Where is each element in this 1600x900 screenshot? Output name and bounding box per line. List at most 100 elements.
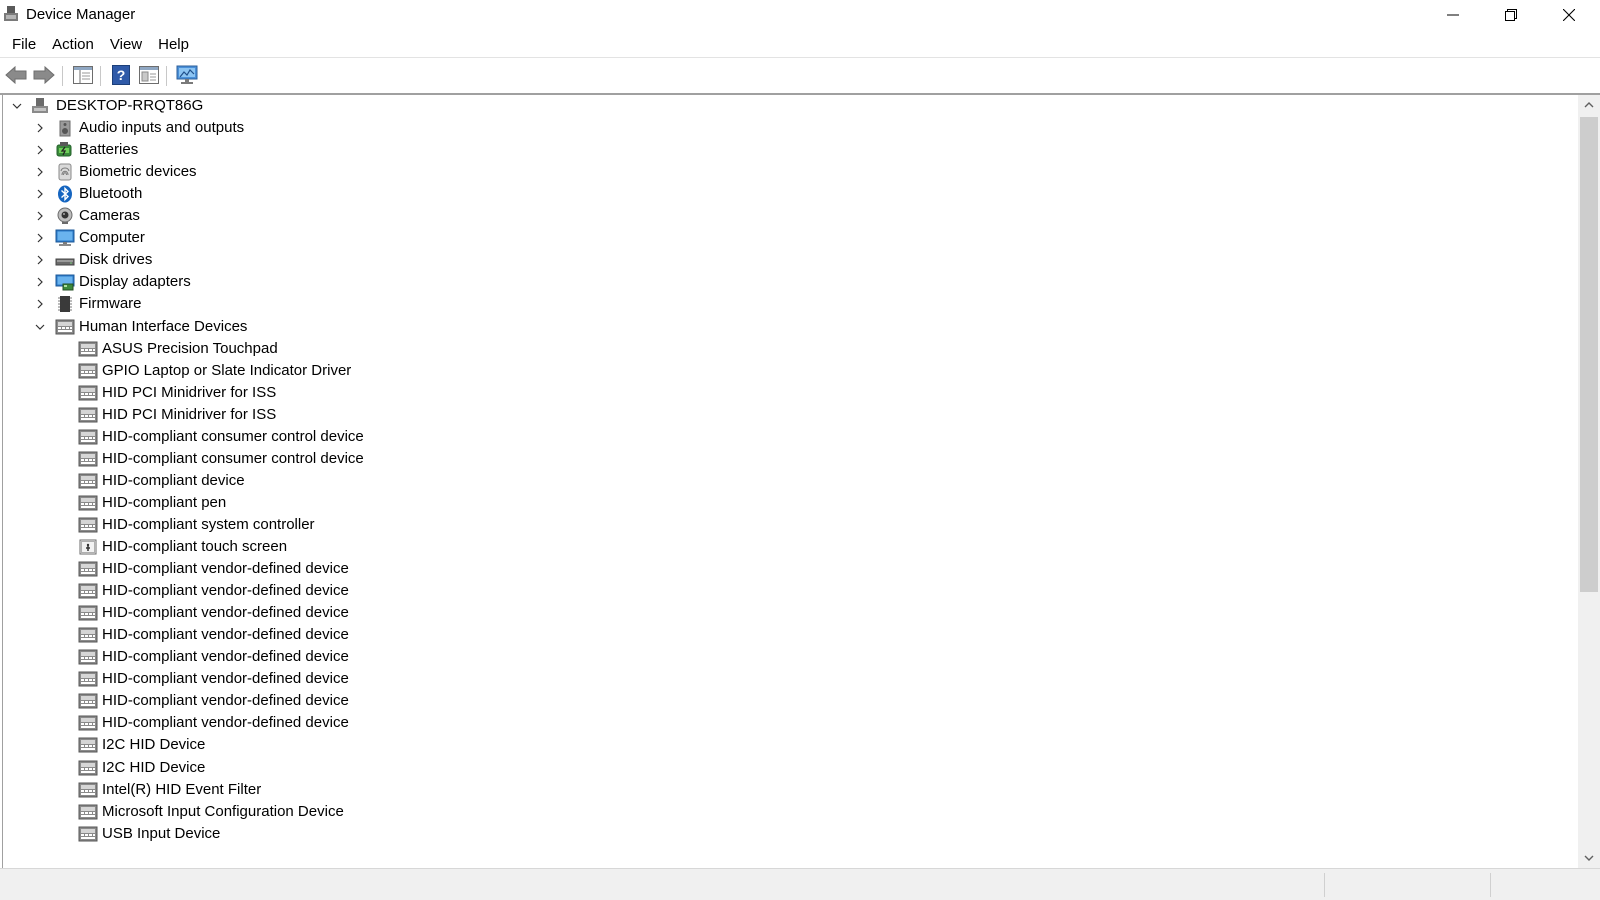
window-title: Device Manager [26,6,136,23]
tree-device-item[interactable]: HID-compliant vendor-defined device [3,668,1573,690]
scroll-up-arrow-icon[interactable] [1578,95,1600,115]
tree-device-item[interactable]: ASUS Precision Touchpad [3,338,1573,360]
tree-device-item[interactable]: I2C HID Device [3,734,1573,756]
tree-device-item[interactable]: HID-compliant vendor-defined device [3,558,1573,580]
tree-device-item[interactable]: HID-compliant device [3,470,1573,492]
properties-icon[interactable] [136,62,162,88]
hid-icon [78,471,98,491]
help-icon[interactable]: ? [108,62,134,88]
tree-device-item[interactable]: HID-compliant vendor-defined device [3,646,1573,668]
back-arrow-icon[interactable] [3,62,29,88]
tree-item-label: GPIO Laptop or Slate Indicator Driver [102,361,352,379]
tree-item-label: Microsoft Input Configuration Device [102,802,344,820]
hid-icon [78,802,98,822]
tree-item-label: HID-compliant vendor-defined device [102,560,349,578]
tree-category-item[interactable]: Firmware [3,293,1573,315]
tree-item-label: ASUS Precision Touchpad [102,339,278,357]
tree-device-item[interactable]: Intel(R) HID Event Filter [3,779,1573,801]
tree-device-item[interactable]: I2C HID Device [3,757,1573,779]
tree-item-label: HID-compliant vendor-defined device [102,582,349,600]
tree-device-item[interactable]: HID-compliant touch screen [3,536,1573,558]
expand-chevron-icon[interactable] [34,166,46,178]
tree-device-item[interactable]: HID-compliant vendor-defined device [3,624,1573,646]
scroll-down-arrow-icon[interactable] [1578,848,1600,868]
tree-category-item[interactable]: Cameras [3,205,1573,227]
tree-device-item[interactable]: HID-compliant pen [3,492,1573,514]
tree-item-label: HID-compliant consumer control device [102,449,364,467]
tree-item-label: Bluetooth [79,185,143,203]
expand-chevron-icon[interactable] [34,210,46,222]
tree-device-item[interactable]: HID-compliant consumer control device [3,448,1573,470]
collapse-chevron-icon[interactable] [11,100,23,112]
tree-device-item[interactable]: HID PCI Minidriver for ISS [3,382,1573,404]
status-separator [1490,873,1491,897]
close-button[interactable] [1540,0,1598,30]
expand-chevron-icon[interactable] [34,232,46,244]
tree-category-item[interactable]: Disk drives [3,249,1573,271]
tree-device-item[interactable]: HID-compliant vendor-defined device [3,690,1573,712]
tree-item-label: HID-compliant consumer control device [102,427,364,445]
tree-item-label: Disk drives [79,251,153,269]
tree-category-item[interactable]: Human Interface Devices [3,316,1573,338]
tree-device-item[interactable]: HID-compliant vendor-defined device [3,580,1573,602]
minimize-button[interactable] [1424,0,1482,30]
tree-item-label: I2C HID Device [102,758,206,776]
tree-category-item[interactable]: Display adapters [3,271,1573,293]
tree-category-item[interactable]: Computer [3,227,1573,249]
tree-item-label: HID-compliant system controller [102,515,315,533]
vertical-scrollbar[interactable] [1578,95,1600,868]
hid-icon [78,581,98,601]
display-adapter-icon [55,272,75,292]
hid-icon [78,405,98,425]
expand-chevron-icon[interactable] [34,254,46,266]
tree-item-label: Firmware [79,295,142,313]
hid-icon [55,317,75,337]
hid-icon [78,427,98,447]
tree-device-item[interactable]: Microsoft Input Configuration Device [3,801,1573,823]
restore-button[interactable] [1482,0,1540,30]
tree-item-label: Intel(R) HID Event Filter [102,780,262,798]
toolbar-separator [166,66,167,86]
collapse-chevron-icon[interactable] [34,321,46,333]
device-manager-icon [3,5,19,23]
tree-root[interactable]: DESKTOP-RRQT86G [3,95,1573,117]
hid-icon [78,824,98,844]
expand-chevron-icon[interactable] [34,122,46,134]
hid-icon [78,515,98,535]
tree-device-item[interactable]: HID-compliant consumer control device [3,426,1573,448]
tree-category-item[interactable]: Batteries [3,139,1573,161]
tree-device-item[interactable]: HID-compliant vendor-defined device [3,602,1573,624]
scan-hardware-icon[interactable] [174,62,200,88]
tree-device-item[interactable]: GPIO Laptop or Slate Indicator Driver [3,360,1573,382]
device-tree[interactable]: DESKTOP-RRQT86G Audio inputs and outputs… [2,95,1578,868]
tree-item-label: HID-compliant vendor-defined device [102,604,349,622]
tree-item-label: USB Input Device [102,824,221,842]
tree-item-label: Computer [79,229,145,247]
expand-chevron-icon[interactable] [34,188,46,200]
tree-device-item[interactable]: HID-compliant vendor-defined device [3,712,1573,734]
hid-icon [78,493,98,513]
expand-chevron-icon[interactable] [34,298,46,310]
menu-help[interactable]: Help [150,32,197,57]
tree-category-item[interactable]: Biometric devices [3,161,1573,183]
forward-arrow-icon[interactable] [31,62,57,88]
hid-icon [78,647,98,667]
battery-icon [55,140,75,160]
expand-chevron-icon[interactable] [34,276,46,288]
menu-action[interactable]: Action [44,32,102,57]
hid-icon [78,758,98,778]
expand-chevron-icon[interactable] [34,144,46,156]
hid-icon [78,713,98,733]
tree-device-item[interactable]: HID-compliant system controller [3,514,1573,536]
tree-item-label: HID PCI Minidriver for ISS [102,405,277,423]
hid-icon [78,625,98,645]
tree-device-item[interactable]: HID PCI Minidriver for ISS [3,404,1573,426]
bluetooth-icon [55,184,75,204]
tree-device-item[interactable]: USB Input Device [3,823,1573,845]
scroll-thumb[interactable] [1580,117,1598,592]
show-hide-console-tree-icon[interactable] [70,62,96,88]
menu-view[interactable]: View [102,32,150,57]
tree-category-item[interactable]: Bluetooth [3,183,1573,205]
tree-category-item[interactable]: Audio inputs and outputs [3,117,1573,139]
menu-file[interactable]: File [4,32,44,57]
